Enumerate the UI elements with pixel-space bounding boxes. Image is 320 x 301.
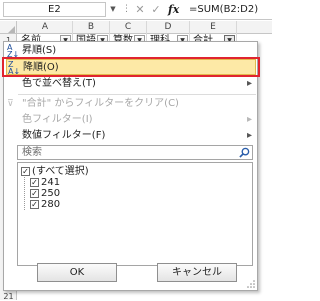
column-header-b[interactable]: B [73,21,110,34]
formula-bar: E2 ▼ ⋮ ✕ ✓ fx =SUM(B2:D2) [0,0,272,20]
column-header-a[interactable]: A [18,21,73,34]
option-label: 241 [41,177,61,188]
sort-descending-icon: Z A↓ [8,60,21,76]
resize-grip-icon[interactable] [247,280,255,288]
search-placeholder: 検索 [22,147,42,158]
menu-item-label: 昇順(S) [22,45,57,56]
checkbox-checked-icon: ✓ [21,167,30,176]
enter-icon[interactable]: ✓ [150,2,162,17]
menu-item-sort-ascending[interactable]: A Z↓ 昇順(S) [6,43,256,59]
cancel-button[interactable]: キャンセル [157,263,237,282]
menu-item-sort-descending[interactable]: Z A↓ 降順(O) [6,59,256,76]
search-input[interactable]: 検索 [17,145,253,160]
name-box[interactable]: E2 [3,2,106,17]
clear-filter-icon: ⊽ [7,99,14,109]
menu-item-label: 数値フィルター(F) [22,130,106,141]
menu-separator [18,94,256,95]
menu-item-label: 色で並べ替え(T) [22,78,96,89]
filter-value-list[interactable]: ✓ (すべて選択) ✓ 241 ✓ 250 ✓ 280 [17,162,253,266]
autofilter-menu: A Z↓ 昇順(S) Z A↓ 降順(O) 色で並べ替え(T) ▸ ⊽ "合計" か… [2,41,260,291]
column-header-d[interactable]: D [147,21,190,34]
menu-item-sort-by-color[interactable]: 色で並べ替え(T) ▸ [6,76,256,92]
row-header-21[interactable]: 21 [0,293,17,301]
option-label: (すべて選択) [32,166,89,177]
insert-function-icon[interactable]: fx [168,2,182,17]
chevron-right-icon: ▸ [246,78,252,89]
ok-button[interactable]: OK [37,263,117,282]
sort-ascending-icon: A Z↓ [7,43,20,59]
option-label: 250 [41,188,61,199]
drag-handle-icon[interactable]: ⋮ [122,3,131,16]
chevron-right-icon: ▸ [246,114,252,125]
menu-item-color-filter[interactable]: 色フィルター(I) ▸ [6,112,256,128]
option-label: 280 [41,199,61,210]
checkbox-checked-icon: ✓ [30,189,39,198]
chevron-right-icon: ▸ [246,130,252,141]
chevron-down-icon[interactable]: ▼ [108,3,118,16]
checkbox-checked-icon: ✓ [30,178,39,187]
formula-input[interactable]: =SUM(B2:D2) [186,2,270,17]
search-icon [239,147,250,158]
tree-line [24,175,25,210]
select-all-corner[interactable] [0,21,17,34]
menu-item-label: 降順(O) [23,62,59,73]
cancel-icon[interactable]: ✕ [134,2,146,17]
menu-item-clear-filter[interactable]: ⊽ "合計" からフィルターをクリア(C) [6,96,256,112]
menu-item-number-filters[interactable]: 数値フィルター(F) ▸ [6,128,256,144]
checkbox-checked-icon: ✓ [30,200,39,209]
column-header-c[interactable]: C [110,21,147,34]
menu-item-label: 色フィルター(I) [22,114,93,125]
column-headers: A B C D E [0,21,272,34]
menu-item-label: "合計" からフィルターをクリア(C) [22,98,179,109]
column-header-e[interactable]: E [190,21,237,34]
